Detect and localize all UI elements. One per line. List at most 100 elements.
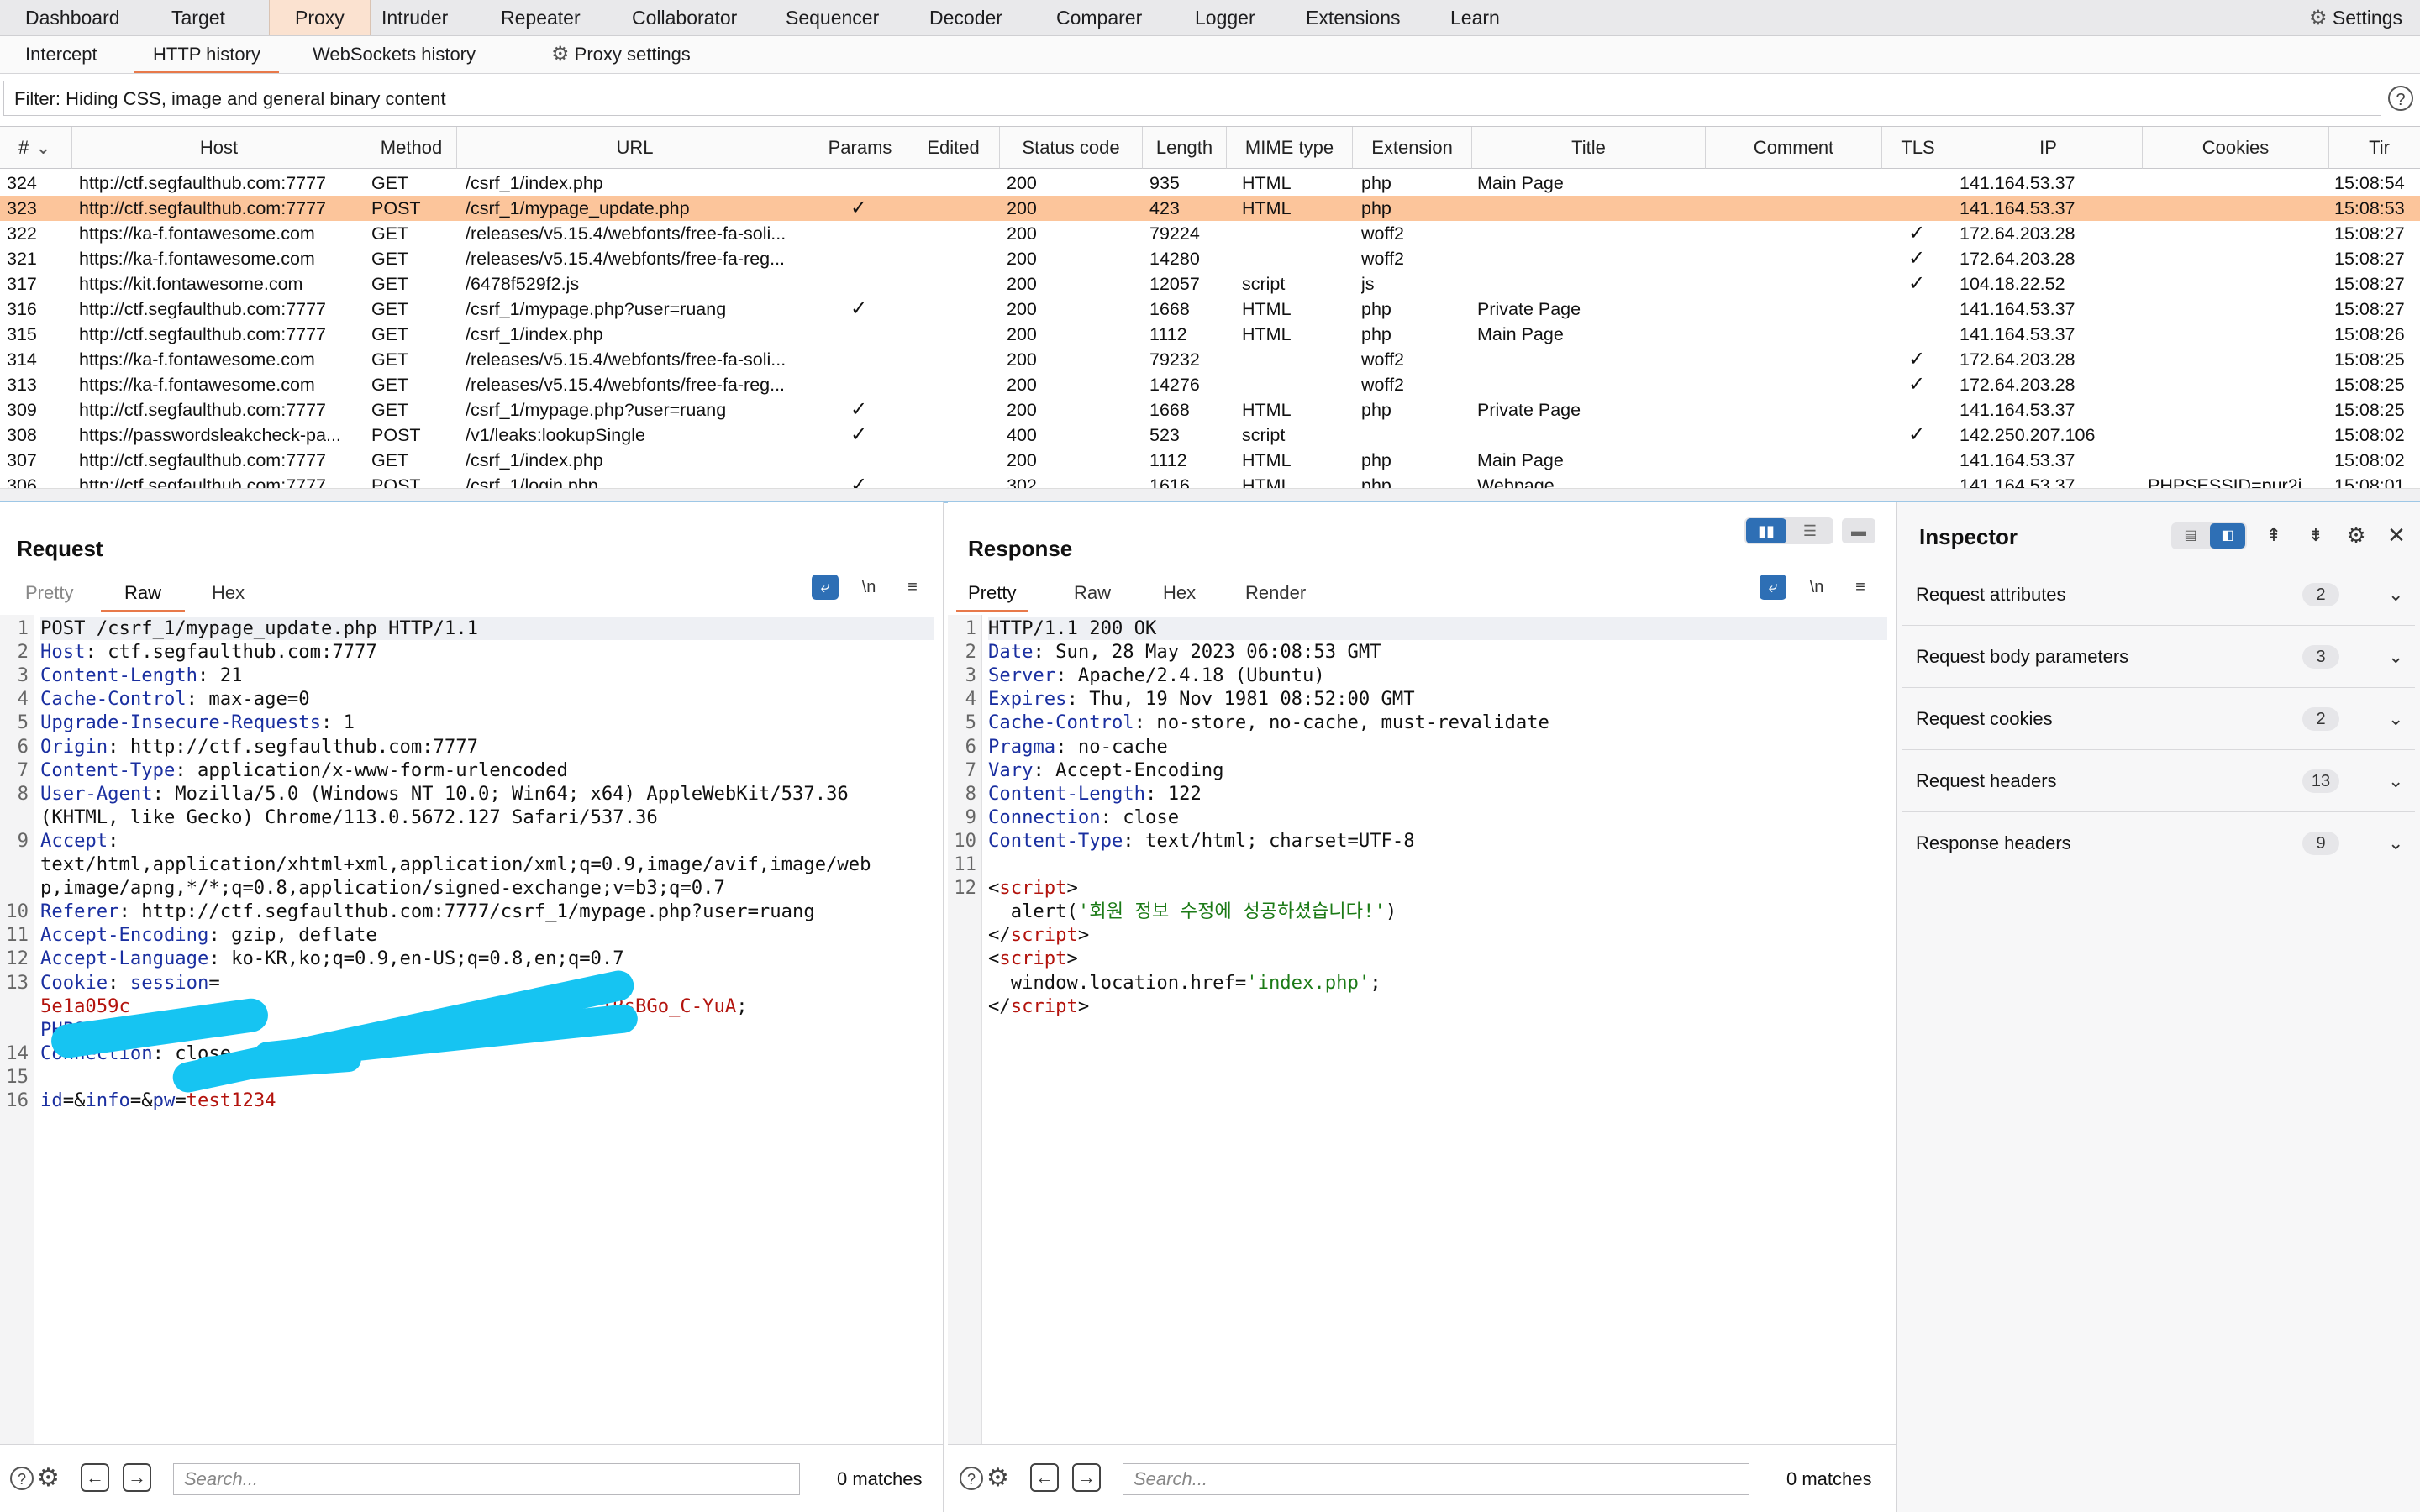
split-columns-icon[interactable]: ▮▮ bbox=[1746, 518, 1786, 543]
code-token: > bbox=[1077, 924, 1090, 947]
column-header-host[interactable]: Host bbox=[72, 127, 366, 169]
inspector-section[interactable]: Request headers 13 ⌄ bbox=[1902, 751, 2415, 812]
back-arrow-icon[interactable]: ← bbox=[1030, 1463, 1059, 1492]
column-header-mime[interactable]: MIME type bbox=[1227, 127, 1353, 169]
nav-tab-comparer[interactable]: Comparer bbox=[1051, 0, 1147, 35]
side-panel-icon[interactable]: ◧ bbox=[2210, 523, 2245, 549]
table-row[interactable]: 314 https://ka-f.fontawesome.com GET/relea… bbox=[0, 347, 2420, 372]
column-header-length[interactable]: Length bbox=[1143, 127, 1227, 169]
column-header-url[interactable]: URL bbox=[457, 127, 813, 169]
nav-tab-intruder[interactable]: Intruder bbox=[376, 0, 453, 35]
table-row[interactable]: 308 https://passwordsleakcheck-pa... POST /… bbox=[0, 423, 2420, 448]
tab-pretty[interactable]: Pretty bbox=[956, 576, 1028, 612]
nav-tab-logger[interactable]: Logger bbox=[1190, 0, 1260, 35]
search-input[interactable]: Search... bbox=[1123, 1463, 1749, 1495]
single-pane-icon[interactable]: ▬ bbox=[1842, 518, 1876, 543]
nav-tab-learn[interactable]: Learn bbox=[1445, 0, 1505, 35]
cell-status: 200 bbox=[1007, 198, 1037, 218]
table-row[interactable]: 316 http://ctf.segfaulthub.com:7777 GET/cs… bbox=[0, 297, 2420, 322]
nav-tab-collaborator[interactable]: Collaborator bbox=[627, 0, 742, 35]
column-header-title[interactable]: Title bbox=[1472, 127, 1706, 169]
word-wrap-icon[interactable]: ⤶ bbox=[1760, 575, 1786, 600]
chevron-down-icon[interactable]: ⌄ bbox=[2388, 689, 2403, 749]
table-row[interactable]: 317 https://kit.fontawesome.com GET/6478f5… bbox=[0, 271, 2420, 297]
inspector-section[interactable]: Request body parameters 3 ⌄ bbox=[1902, 627, 2415, 688]
table-row[interactable]: 322 https://ka-f.fontawesome.com GET/relea… bbox=[0, 221, 2420, 246]
nav-tab-proxy[interactable]: Proxy bbox=[269, 0, 371, 35]
horizontal-scrollbar[interactable] bbox=[0, 488, 2420, 501]
collapse-all-icon[interactable]: ⇟ bbox=[2302, 522, 2329, 548]
gear-icon[interactable]: ⚙ bbox=[2343, 522, 2370, 548]
tab-hex[interactable]: Hex bbox=[212, 576, 245, 610]
gear-icon[interactable]: ⚙ bbox=[986, 1463, 1009, 1493]
word-wrap-icon[interactable]: ⤶ bbox=[812, 575, 839, 600]
count-badge: 13 bbox=[2302, 769, 2339, 793]
cell-length: 79232 bbox=[1150, 349, 1200, 370]
inspector-section[interactable]: Request attributes 2 ⌄ bbox=[1902, 564, 2415, 626]
forward-arrow-icon[interactable]: → bbox=[1072, 1463, 1101, 1492]
column-header-tls[interactable]: TLS bbox=[1882, 127, 1954, 169]
help-icon[interactable]: ? bbox=[10, 1467, 34, 1490]
column-header-comment[interactable]: Comment bbox=[1706, 127, 1882, 169]
column-header-id[interactable]: # ⌄ bbox=[0, 127, 72, 169]
expand-all-icon[interactable]: ⇞ bbox=[2260, 522, 2287, 548]
column-header-ip[interactable]: IP bbox=[1954, 127, 2143, 169]
back-arrow-icon[interactable]: ← bbox=[81, 1463, 109, 1492]
tab-render[interactable]: Render bbox=[1245, 576, 1306, 610]
tab-websockets-history[interactable]: WebSockets history bbox=[313, 36, 476, 73]
nav-tab-extensions[interactable]: Extensions bbox=[1301, 0, 1406, 35]
chevron-down-icon[interactable]: ⌄ bbox=[2388, 564, 2403, 625]
tab-http-history[interactable]: HTTP history bbox=[134, 36, 279, 73]
settings-button[interactable]: ⚙ Settings bbox=[2304, 0, 2407, 35]
column-header-time[interactable]: Tir bbox=[2329, 127, 2420, 169]
cell-ext: js bbox=[1361, 274, 1375, 294]
cell-mime: HTML bbox=[1242, 400, 1292, 420]
close-icon[interactable]: ✕ bbox=[2383, 522, 2410, 548]
chevron-down-icon[interactable]: ⌄ bbox=[2388, 813, 2403, 874]
gear-icon[interactable]: ⚙ bbox=[37, 1463, 60, 1493]
table-row[interactable]: 313 https://ka-f.fontawesome.com GET/relea… bbox=[0, 372, 2420, 397]
check-icon bbox=[1882, 322, 1951, 347]
tab-proxy-settings[interactable]: ⚙ Proxy settings bbox=[551, 36, 691, 73]
table-row[interactable]: 323 http://ctf.segfaulthub.com:7777 POST/c… bbox=[0, 196, 2420, 221]
table-row[interactable]: 324 http://ctf.segfaulthub.com:7777 GET/cs… bbox=[0, 171, 2420, 196]
column-header-ext[interactable]: Extension bbox=[1353, 127, 1472, 169]
search-input[interactable]: Search... bbox=[173, 1463, 800, 1495]
menu-icon[interactable]: ≡ bbox=[899, 575, 926, 600]
tab-raw[interactable]: Raw bbox=[1074, 576, 1111, 610]
inspector-section[interactable]: Response headers 9 ⌄ bbox=[1902, 813, 2415, 874]
menu-icon[interactable]: ≡ bbox=[1847, 575, 1874, 600]
help-icon[interactable]: ? bbox=[2388, 86, 2413, 111]
tab-hex[interactable]: Hex bbox=[1163, 576, 1196, 610]
nav-tab-decoder[interactable]: Decoder bbox=[924, 0, 1007, 35]
newline-toggle[interactable]: \n bbox=[1803, 575, 1830, 600]
inspector-section[interactable]: Request cookies 2 ⌄ bbox=[1902, 689, 2415, 750]
tab-pretty[interactable]: Pretty bbox=[25, 576, 73, 610]
tab-raw[interactable]: Raw bbox=[101, 576, 186, 612]
help-icon[interactable]: ? bbox=[960, 1467, 983, 1490]
cell-id: 309 bbox=[7, 400, 37, 420]
column-header-cookies[interactable]: Cookies bbox=[2143, 127, 2329, 169]
chevron-down-icon[interactable]: ⌄ bbox=[2388, 751, 2403, 811]
nav-tab-repeater[interactable]: Repeater bbox=[496, 0, 586, 35]
nav-tab-sequencer[interactable]: Sequencer bbox=[781, 0, 884, 35]
column-header-edited[interactable]: Edited bbox=[908, 127, 1000, 169]
split-rows-icon[interactable]: ☰ bbox=[1790, 518, 1830, 543]
table-row[interactable]: 315 http://ctf.segfaulthub.com:7777 GET/cs… bbox=[0, 322, 2420, 347]
list-view-icon[interactable]: ▤ bbox=[2173, 523, 2208, 549]
nav-tab-target[interactable]: Target bbox=[166, 0, 230, 35]
nav-tab-dashboard[interactable]: Dashboard bbox=[20, 0, 125, 35]
tab-intercept[interactable]: Intercept bbox=[25, 36, 97, 73]
column-header-status[interactable]: Status code bbox=[1000, 127, 1143, 169]
table-row[interactable]: 307 http://ctf.segfaulthub.com:7777 GET/cs… bbox=[0, 448, 2420, 473]
filter-bar[interactable]: Filter: Hiding CSS, image and general bi… bbox=[3, 81, 2381, 116]
table-row[interactable]: 321 https://ka-f.fontawesome.com GET/relea… bbox=[0, 246, 2420, 271]
request-editor[interactable]: 1 2 3 4 5 6 7 8 9 10 11 12 13 14 15 16 POST /csrf_1/myp… bbox=[0, 615, 943, 1445]
column-header-method[interactable]: Method bbox=[366, 127, 457, 169]
newline-toggle[interactable]: \n bbox=[855, 575, 882, 600]
response-editor[interactable]: 1 2 3 4 5 6 7 8 9 10 11 12 HTTP/1.1 200 OK Date: Sun… bbox=[948, 615, 1896, 1445]
table-row[interactable]: 309 http://ctf.segfaulthub.com:7777 GET/cs… bbox=[0, 397, 2420, 423]
forward-arrow-icon[interactable]: → bbox=[123, 1463, 151, 1492]
chevron-down-icon[interactable]: ⌄ bbox=[2388, 627, 2403, 687]
column-header-params[interactable]: Params bbox=[813, 127, 908, 169]
